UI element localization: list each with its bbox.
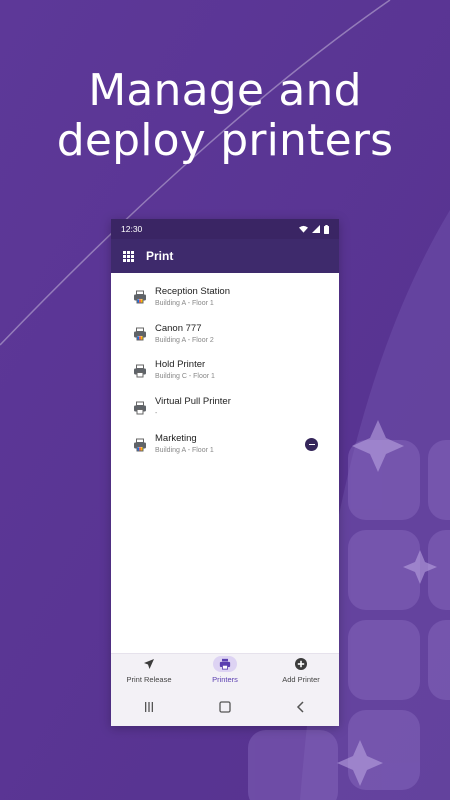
wifi-icon bbox=[299, 225, 308, 233]
promo-headline-line1: Manage and bbox=[88, 65, 362, 116]
printer-name: Marketing bbox=[155, 433, 197, 445]
home-icon[interactable] bbox=[219, 701, 231, 713]
send-icon bbox=[144, 659, 154, 669]
printer-name: Canon 777 bbox=[155, 322, 202, 334]
battery-icon bbox=[324, 224, 329, 234]
printer-name: Hold Printer bbox=[155, 359, 206, 371]
status-bar: 12:30 bbox=[111, 219, 339, 239]
printer-row-hold-printer[interactable]: Hold Printer Building C - Floor 1 bbox=[111, 353, 339, 390]
printer-location: Building C - Floor 1 bbox=[155, 373, 215, 381]
bottom-navigation: Print Release Printers Add Printer bbox=[111, 653, 339, 688]
printer-row-reception-station[interactable]: Reception Station Building A - Floor 1 bbox=[111, 279, 339, 316]
printer-row-canon-777[interactable]: Canon 777 Building A - Floor 2 bbox=[111, 316, 339, 353]
printer-location: Building A - Floor 1 bbox=[155, 299, 214, 307]
minus-icon bbox=[308, 443, 315, 446]
nav-add-printer[interactable]: Add Printer bbox=[266, 656, 336, 684]
printer-location: Building A - Floor 2 bbox=[155, 336, 214, 344]
printer-row-marketing[interactable]: Marketing Building A - Floor 1 bbox=[111, 426, 339, 463]
promo-headline: Manage and deploy printers bbox=[0, 66, 450, 166]
mono-printer-icon bbox=[134, 401, 146, 415]
signal-icon bbox=[312, 225, 320, 233]
color-printer-icon bbox=[134, 327, 146, 341]
nav-label: Print Release bbox=[126, 675, 172, 684]
apps-grid-icon[interactable] bbox=[123, 250, 134, 262]
phone-screen: 12:30 Print Reception Station Building A… bbox=[111, 219, 339, 726]
color-printer-icon bbox=[134, 438, 146, 452]
printer-name: Virtual Pull Printer bbox=[155, 396, 231, 408]
printer-location: Building A - Floor 1 bbox=[155, 447, 214, 455]
app-bar: Print bbox=[111, 239, 339, 273]
back-icon[interactable] bbox=[295, 701, 307, 713]
nav-printers[interactable]: Printers bbox=[190, 656, 260, 684]
remove-printer-button[interactable] bbox=[305, 438, 318, 452]
recents-icon[interactable] bbox=[143, 701, 155, 713]
nav-label: Add Printer bbox=[282, 675, 320, 684]
printer-location: - bbox=[155, 410, 158, 418]
add-circle-icon bbox=[295, 658, 307, 670]
status-time: 12:30 bbox=[121, 224, 143, 234]
app-title: Print bbox=[146, 249, 174, 263]
system-navigation-bar bbox=[111, 688, 339, 726]
promo-headline-line2: deploy printers bbox=[56, 115, 394, 166]
printer-icon bbox=[219, 658, 231, 670]
printer-name: Reception Station bbox=[155, 285, 230, 297]
nav-label: Printers bbox=[212, 675, 238, 684]
mono-printer-icon bbox=[134, 364, 146, 378]
printer-list: Reception Station Building A - Floor 1 C… bbox=[111, 273, 339, 463]
printer-row-virtual-pull-printer[interactable]: Virtual Pull Printer - bbox=[111, 389, 339, 426]
color-printer-icon bbox=[134, 290, 146, 304]
nav-print-release[interactable]: Print Release bbox=[114, 656, 184, 684]
